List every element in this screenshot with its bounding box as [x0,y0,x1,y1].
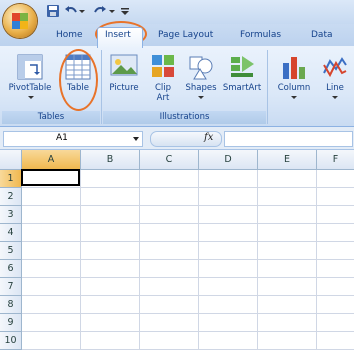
line-chart-icon [323,57,347,78]
row-header-2[interactable]: 2 [0,188,22,206]
customize-dropdown-icon[interactable] [120,3,130,19]
formula-bar: A1 fx [0,127,354,150]
name-box-dropdown-icon[interactable] [133,137,139,141]
group-label-tables: Tables [2,111,100,124]
gridline [22,187,354,188]
title-bar [0,0,354,24]
pivottable-button[interactable]: PivotTable [4,50,56,108]
row-header-7[interactable]: 7 [0,278,22,296]
smartart-button[interactable]: SmartArt [220,50,264,108]
shapes-icon [189,56,213,80]
group-separator [101,50,102,124]
column-header-f[interactable]: F [317,150,354,170]
smartart-icon [231,56,254,77]
redo-dropdown-icon[interactable] [108,3,116,19]
gridline [139,170,140,350]
gridline [22,241,354,242]
column-header-c[interactable]: C [140,150,199,170]
save-icon[interactable] [45,3,61,19]
pivottable-icon [17,54,43,80]
gridline [22,295,354,296]
row-header-10[interactable]: 10 [0,332,22,350]
tab-data[interactable]: Data [311,30,333,40]
picture-icon [110,54,138,76]
shapes-label: Shapes [185,83,217,93]
clip-art-label: Clip Art [146,83,180,103]
row-header-6[interactable]: 6 [0,260,22,278]
gridline [22,205,354,206]
tab-home[interactable]: Home [56,30,83,40]
office-button[interactable] [3,4,37,38]
smartart-label: SmartArt [222,83,262,93]
name-box-value: A1 [56,133,68,143]
select-all-corner[interactable] [0,150,22,170]
gridline [22,331,354,332]
column-header-a[interactable]: A [22,150,81,170]
tab-formulas[interactable]: Formulas [240,30,281,40]
gridline [80,170,81,350]
column-chart-button[interactable]: Column [272,50,316,108]
undo-icon[interactable] [63,3,79,19]
line-chart-button[interactable]: Line [318,50,352,108]
column-dropdown-icon [291,96,297,99]
column-chart-icon [283,57,305,79]
shapes-button[interactable]: Shapes [182,50,220,108]
column-header-e[interactable]: E [258,150,317,170]
row-header-3[interactable]: 3 [0,206,22,224]
name-box[interactable]: A1 [3,131,143,147]
group-separator [267,50,268,124]
gridline [257,170,258,350]
shapes-dropdown-icon [198,96,204,99]
gridline [198,170,199,350]
column-header-b[interactable]: B [81,150,140,170]
undo-dropdown-icon[interactable] [78,3,86,19]
tab-insert[interactable]: Insert [105,30,131,40]
gridline [22,313,354,314]
redo-icon[interactable] [92,3,108,19]
tab-page-layout[interactable]: Page Layout [158,30,213,40]
gridline [22,277,354,278]
pivottable-dropdown-icon [28,96,34,99]
row-header-4[interactable]: 4 [0,224,22,242]
row-header-9[interactable]: 9 [0,314,22,332]
clip-art-button[interactable]: Clip Art [146,50,180,108]
column-header-d[interactable]: D [199,150,258,170]
office-logo-icon [12,13,28,29]
fx-icon: fx [204,132,214,143]
row-header-8[interactable]: 8 [0,296,22,314]
insert-function-button[interactable]: fx [150,131,222,147]
line-label: Line [326,83,344,93]
pivottable-label: PivotTable [8,83,52,93]
clip-art-label-text: Clip Art [154,83,172,103]
gridline [22,259,354,260]
row-header-1[interactable]: 1 [0,170,22,188]
formula-input[interactable] [224,131,353,147]
highlight-circle-table-button [59,49,98,111]
row-header-5[interactable]: 5 [0,242,22,260]
gridline [316,170,317,350]
picture-button[interactable]: Picture [104,50,144,108]
active-cell-a1[interactable] [21,169,80,186]
picture-label: Picture [109,83,139,93]
column-label: Column [277,83,311,93]
group-label-illustrations: Illustrations [103,111,266,124]
clip-art-icon [152,55,174,77]
gridline [22,223,354,224]
line-dropdown-icon [332,96,338,99]
